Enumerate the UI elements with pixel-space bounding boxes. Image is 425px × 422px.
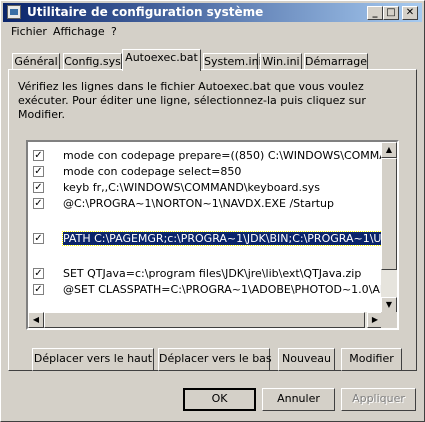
list-item[interactable]: ✓ keyb fr,,C:\WINDOWS\COMMAND\keyboard.s… bbox=[28, 180, 383, 196]
tab-config-sys[interactable]: Config.sys bbox=[63, 53, 122, 70]
vertical-scrollbar[interactable]: ▲ ▼ bbox=[381, 142, 397, 313]
menu-fichier[interactable]: Fichier bbox=[11, 25, 47, 38]
instructions-text: Vérifiez les lignes dans le fichier Auto… bbox=[18, 80, 366, 121]
tab-demarrage[interactable]: Démarrage bbox=[304, 53, 368, 70]
app-icon bbox=[7, 5, 21, 19]
autoexec-lines-list[interactable]: ✓ mode con codepage prepare=((850) C:\WI… bbox=[26, 140, 399, 330]
move-up-button[interactable]: Déplacer vers le haut bbox=[32, 348, 154, 371]
line-text: @C:\PROGRA~1\NORTON~1\NAVDX.EXE /Startup bbox=[63, 197, 334, 210]
vertical-scroll-thumb[interactable] bbox=[381, 158, 397, 270]
window-title: Utilitaire de configuration système bbox=[27, 5, 264, 19]
move-down-button[interactable]: Déplacer vers le bas bbox=[158, 348, 272, 371]
menu-bar: Fichier Affichage ? bbox=[3, 23, 422, 41]
line-text: mode con codepage prepare=((850) C:\WIND… bbox=[63, 149, 383, 162]
scroll-corner bbox=[381, 312, 397, 328]
minimize-button[interactable]: _ bbox=[367, 6, 383, 20]
tab-autoexec-bat[interactable]: Autoexec.bat bbox=[122, 49, 201, 71]
line-text: SET QTJava=c:\program files\JDK\jre\lib\… bbox=[63, 267, 362, 280]
line-text: keyb fr,,C:\WINDOWS\COMMAND\keyboard.sys bbox=[63, 181, 320, 194]
horizontal-scrollbar[interactable]: ◀ ▶ bbox=[28, 312, 383, 328]
list-item[interactable]: ✓ @C:\PROGRA~1\NORTON~1\NAVDX.EXE /Start… bbox=[28, 196, 383, 212]
tab-system-ini[interactable]: System.ini bbox=[203, 53, 262, 70]
line-checkbox[interactable]: ✓ bbox=[33, 150, 44, 161]
title-bar[interactable]: Utilitaire de configuration système _ □ … bbox=[3, 3, 422, 22]
menu-affichage[interactable]: Affichage bbox=[53, 25, 105, 38]
line-checkbox[interactable]: ✓ bbox=[33, 198, 44, 209]
scroll-up-icon[interactable]: ▲ bbox=[381, 142, 397, 158]
tab-general[interactable]: Général bbox=[12, 53, 60, 70]
apply-button[interactable]: Appliquer bbox=[341, 388, 416, 411]
line-checkbox[interactable]: ✓ bbox=[33, 284, 44, 295]
ok-button[interactable]: OK bbox=[183, 388, 256, 411]
tab-win-ini[interactable]: Win.ini bbox=[260, 53, 302, 70]
scroll-down-icon[interactable]: ▼ bbox=[381, 297, 397, 313]
line-checkbox[interactable]: ✓ bbox=[33, 233, 44, 244]
close-button[interactable]: ✕ bbox=[402, 6, 418, 20]
list-content: ✓ mode con codepage prepare=((850) C:\WI… bbox=[28, 142, 383, 313]
line-text: @SET CLASSPATH=C:\PROGRA~1\ADOBE\PHOTOD~… bbox=[63, 283, 383, 296]
new-button[interactable]: Nouveau bbox=[278, 348, 335, 371]
horizontal-scroll-thumb[interactable] bbox=[44, 312, 365, 328]
list-item[interactable]: ✓ SET QTJava=c:\program files\JDK\jre\li… bbox=[28, 266, 383, 282]
cancel-button[interactable]: Annuler bbox=[262, 388, 335, 411]
line-checkbox[interactable]: ✓ bbox=[33, 166, 44, 177]
scroll-left-icon[interactable]: ◀ bbox=[28, 312, 44, 328]
maximize-button[interactable]: □ bbox=[383, 6, 399, 20]
list-item[interactable]: ✓ mode con codepage select=850 bbox=[28, 164, 383, 180]
list-item[interactable]: ✓ @SET CLASSPATH=C:\PROGRA~1\ADOBE\PHOTO… bbox=[28, 282, 383, 298]
system-config-window: Utilitaire de configuration système _ □ … bbox=[0, 0, 425, 422]
list-item-selected[interactable]: ✓ PATH C:\PAGEMGR;c:\PROGRA~1\JDK\BIN;C:… bbox=[28, 231, 383, 247]
list-item[interactable]: ✓ mode con codepage prepare=((850) C:\WI… bbox=[28, 148, 383, 164]
line-checkbox[interactable]: ✓ bbox=[33, 182, 44, 193]
line-text: PATH C:\PAGEMGR;c:\PROGRA~1\JDK\BIN;C:\P… bbox=[61, 231, 383, 246]
edit-button[interactable]: Modifier bbox=[341, 348, 402, 371]
line-text: mode con codepage select=850 bbox=[63, 165, 242, 178]
line-checkbox[interactable]: ✓ bbox=[33, 268, 44, 279]
menu-help[interactable]: ? bbox=[111, 25, 117, 38]
